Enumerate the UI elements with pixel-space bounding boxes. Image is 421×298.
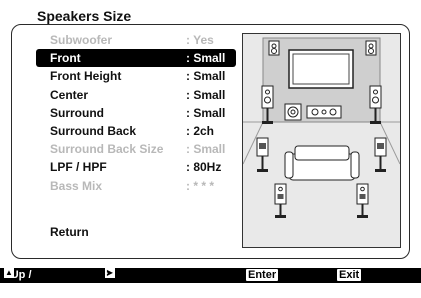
menu-item-label: Bass Mix (50, 178, 103, 193)
menu-item-label: LPF / HPF (50, 160, 107, 175)
menu-item-value: : Small (186, 142, 226, 157)
menu-item-value: : 2ch (186, 123, 215, 138)
menu-item-surround-back[interactable]: Surround Back : 2ch (36, 122, 236, 140)
menu-item-label: Front (50, 51, 81, 66)
speaker-layout-diagram (242, 33, 401, 248)
menu-item-front[interactable]: Front : Small (36, 49, 236, 68)
menu-item-label: Surround (50, 105, 104, 120)
menu-item-value: : Small (186, 105, 226, 120)
surround-right-speaker (374, 137, 387, 172)
center-speaker (306, 105, 342, 119)
return-button[interactable]: Return (36, 223, 236, 241)
subwoofer-speaker (284, 103, 302, 121)
menu-item-value: : * * * (186, 178, 215, 193)
page-title: Speakers Size (37, 8, 132, 24)
return-label: Return (50, 224, 89, 239)
menu-item-value: : Small (186, 87, 226, 102)
front-height-right-speaker (365, 40, 377, 56)
speakers-size-screen: Speakers Size Subwoofer : Yes Front : Sm… (0, 0, 421, 296)
up-down-label: : Up / Down (4, 269, 34, 296)
front-height-left-speaker (268, 40, 280, 56)
settings-menu: Subwoofer : Yes Front : Small Front Heig… (36, 31, 236, 241)
menu-item-value: : Small (186, 51, 226, 66)
exit-label: : Exit (337, 269, 358, 296)
menu-item-lpf-hpf[interactable]: LPF / HPF : 80Hz (36, 158, 236, 176)
surround-back-left-speaker (274, 183, 287, 218)
menu-item-label: Subwoofer (50, 33, 112, 47)
menu-item-front-height[interactable]: Front Height : Small (36, 67, 236, 85)
menu-item-subwoofer: Subwoofer : Yes (36, 31, 236, 49)
menu-item-label: Center (50, 87, 89, 102)
menu-item-bass-mix: Bass Mix : * * * (36, 177, 236, 195)
menu-item-value: : 80Hz (186, 160, 222, 175)
menu-item-value: : Small (186, 69, 226, 84)
speaker-layout-illustration (242, 37, 401, 218)
menu-spacer (36, 195, 236, 223)
footer-help-bar: ▼▲: Up / Down ◀▶: Change Enter: Exit: Ex… (0, 268, 421, 296)
change-label: : Change (105, 269, 146, 296)
enter-key: Enter (246, 269, 279, 281)
menu-item-label: Surround Back Size (50, 142, 164, 157)
menu-item-label: Front Height (50, 69, 122, 84)
menu-item-surround-back-size: Surround Back Size : Small (36, 140, 236, 158)
surround-back-right-speaker (356, 183, 369, 218)
menu-item-surround[interactable]: Surround : Small (36, 104, 236, 122)
tv-screen (288, 49, 354, 89)
menu-item-value: : Yes (186, 33, 214, 47)
sofa (284, 145, 360, 181)
menu-item-label: Surround Back (50, 123, 137, 138)
surround-left-speaker (256, 137, 269, 172)
enter-label: : (246, 269, 250, 281)
menu-item-center[interactable]: Center : Small (36, 86, 236, 104)
